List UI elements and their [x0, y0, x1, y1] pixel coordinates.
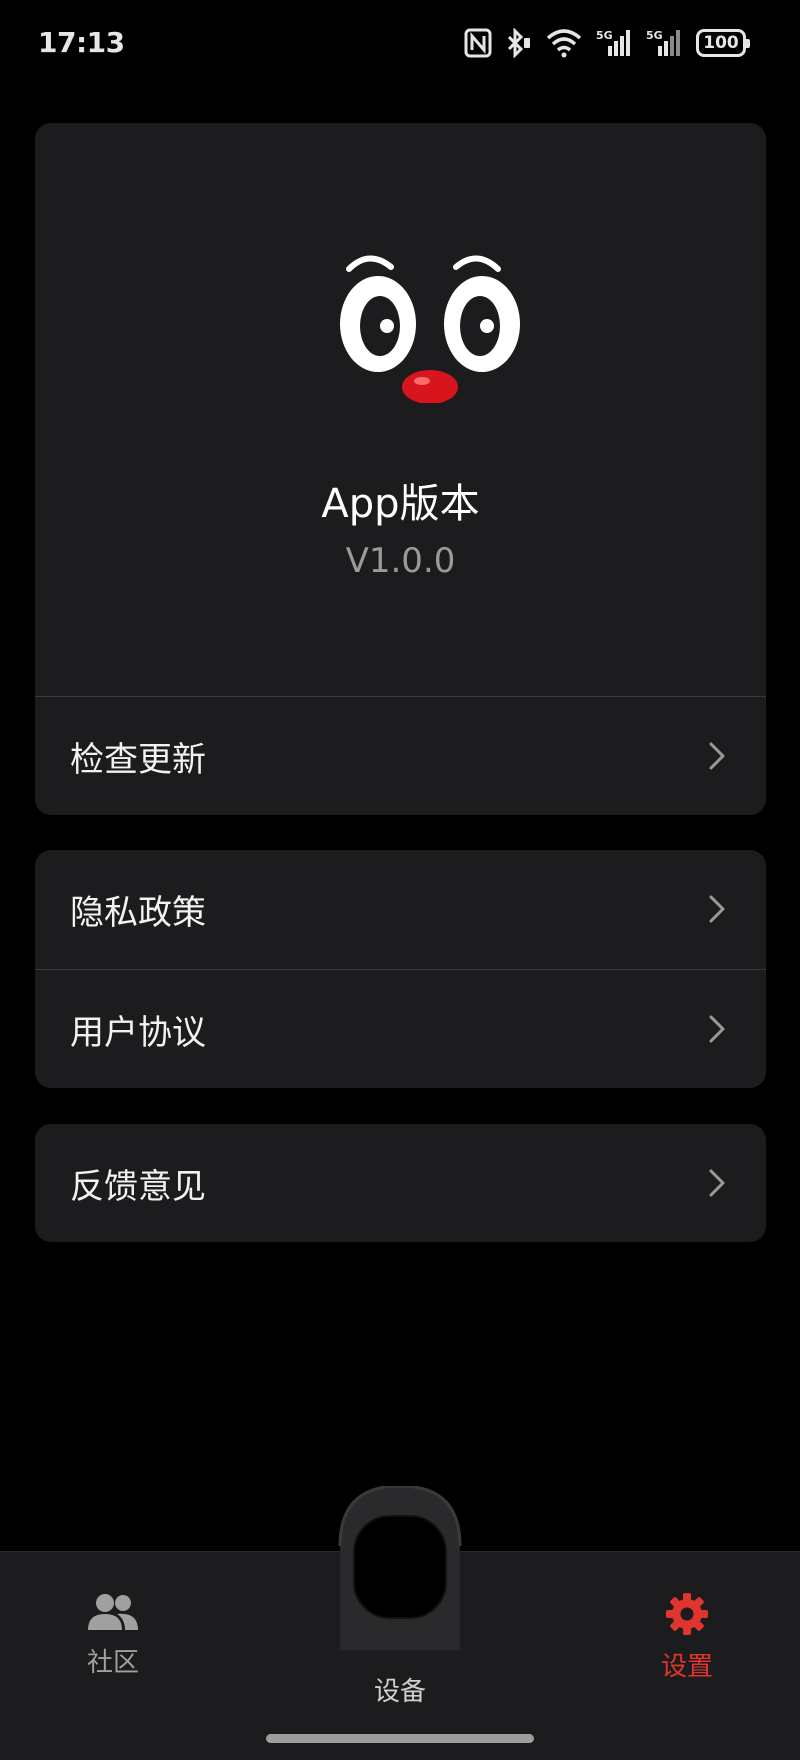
gear-icon	[666, 1593, 708, 1635]
app-version-title: App版本	[321, 481, 480, 527]
community-icon	[88, 1594, 138, 1630]
check-update-row[interactable]: 检查更新	[35, 697, 766, 815]
legal-card: 隐私政策 用户协议	[35, 850, 766, 1088]
check-update-label: 检查更新	[70, 739, 206, 780]
nfc-icon	[464, 28, 492, 58]
user-agreement-label: 用户协议	[70, 1012, 206, 1053]
tab-community-label: 社区	[86, 1648, 139, 1678]
feedback-label: 反馈意见	[70, 1166, 206, 1207]
battery-icon: 100	[696, 29, 750, 57]
tab-settings[interactable]: 设置	[617, 1592, 757, 1683]
privacy-policy-label: 隐私政策	[70, 892, 206, 933]
privacy-policy-row[interactable]: 隐私政策	[35, 850, 766, 968]
status-bar: 17:13 5G 5G 100	[0, 0, 800, 90]
chevron-right-icon	[709, 1169, 725, 1197]
status-time: 17:13	[38, 26, 125, 59]
settings-page: 17:13 5G 5G 100 App版本 V1.0.0 检查更新 隐私政策 用…	[0, 0, 800, 1760]
feedback-card: 反馈意见	[35, 1124, 766, 1242]
chevron-right-icon	[709, 895, 725, 923]
tab-device-label[interactable]: 设备	[330, 1671, 470, 1708]
bluetooth-icon	[506, 28, 532, 58]
about-card: App版本 V1.0.0 检查更新	[35, 123, 766, 815]
user-agreement-row[interactable]: 用户协议	[35, 970, 766, 1088]
home-indicator[interactable]	[266, 1734, 534, 1743]
device-icon	[338, 1484, 462, 1650]
signal-5g-icon: 5G	[646, 28, 682, 58]
status-icons: 5G 5G 100	[464, 26, 750, 60]
wifi-icon	[546, 28, 582, 58]
feedback-row[interactable]: 反馈意见	[35, 1124, 766, 1242]
svg-text:5G: 5G	[646, 29, 663, 42]
device-tab-button[interactable]	[318, 1484, 482, 1650]
app-version-number: V1.0.0	[345, 541, 456, 581]
tab-community[interactable]: 社区	[43, 1592, 183, 1679]
tab-settings-label: 设置	[660, 1652, 713, 1682]
signal-5g-icon: 5G	[596, 28, 632, 58]
chevron-right-icon	[709, 1015, 725, 1043]
mascot-face-icon	[335, 247, 525, 404]
svg-text:5G: 5G	[596, 29, 613, 42]
chevron-right-icon	[709, 742, 725, 770]
